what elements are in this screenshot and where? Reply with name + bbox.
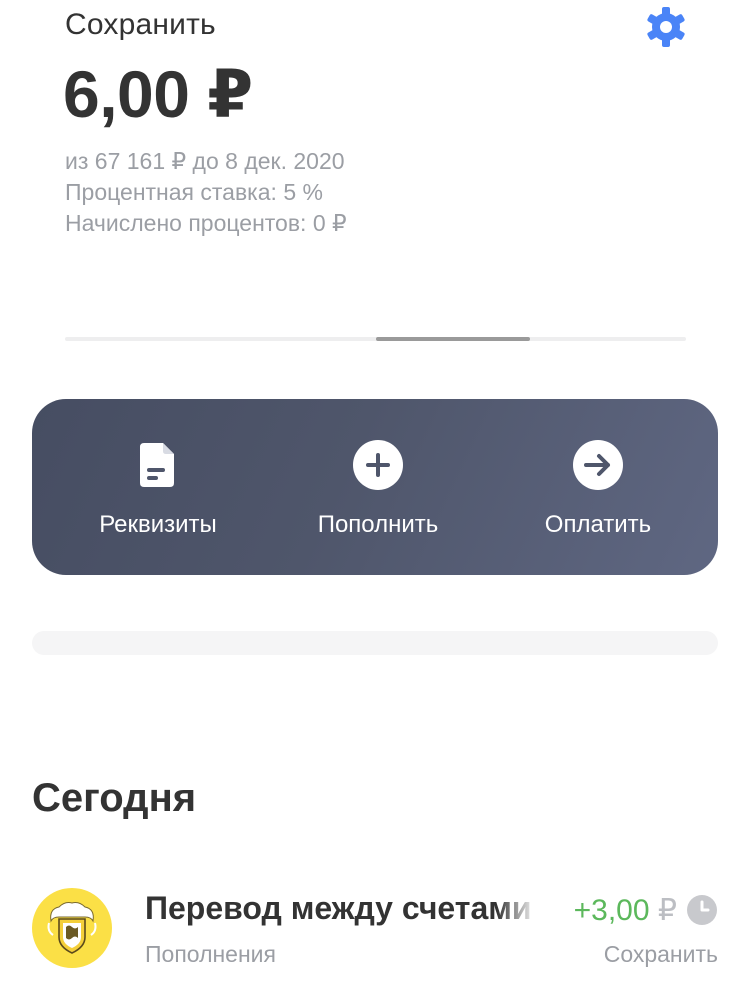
interest-rate-line: Процентная ставка: 5 % [65, 179, 323, 205]
document-icon [132, 439, 184, 491]
bank-logo-avatar [32, 888, 112, 968]
transaction-title: Перевод между счетами [145, 890, 532, 926]
top-up-label: Пополнить [317, 511, 439, 538]
loading-placeholder [32, 631, 718, 655]
arrow-right-circle-icon [572, 439, 624, 491]
carousel-scroll-indicator [65, 337, 686, 341]
account-title: Сохранить [65, 8, 216, 41]
settings-button[interactable] [643, 4, 689, 50]
amount-currency: ₽ [657, 894, 677, 927]
clock-icon [687, 895, 717, 925]
pay-button[interactable]: Оплатить [498, 399, 698, 575]
top-up-button[interactable]: Пополнить [278, 399, 478, 575]
details-button[interactable]: Реквизиты [58, 399, 258, 575]
bank-logo-icon [47, 902, 97, 954]
accrued-interest-line: Начислено процентов: 0 ₽ [65, 210, 347, 236]
transaction-category: Пополнения [145, 941, 276, 967]
goal-line: из 67 161 ₽ до 8 дек. 2020 [65, 148, 345, 174]
section-heading-today: Сегодня [32, 776, 197, 820]
title-fade-overlay [497, 890, 541, 934]
plus-circle-icon [352, 439, 404, 491]
gear-icon [647, 7, 685, 47]
transaction-amount: +3,00 ₽ [574, 893, 677, 928]
pay-label: Оплатить [544, 511, 652, 538]
details-label: Реквизиты [99, 511, 217, 538]
carousel-scroll-thumb [376, 337, 530, 341]
transaction-account: Сохранить [603, 941, 718, 967]
account-balance: 6,00 ₽ [63, 57, 253, 131]
account-info: из 67 161 ₽ до 8 дек. 2020 Процентная ст… [65, 146, 347, 239]
transaction-row[interactable]: Перевод между счетами Пополнения +3,00 ₽… [0, 880, 745, 998]
quick-actions-panel: Реквизиты Пополнить Оплатить [32, 399, 718, 575]
savings-account-screen: Сохранить 6,00 ₽ из 67 161 ₽ до 8 дек. 2… [0, 0, 745, 998]
amount-value: +3,00 [573, 894, 650, 927]
